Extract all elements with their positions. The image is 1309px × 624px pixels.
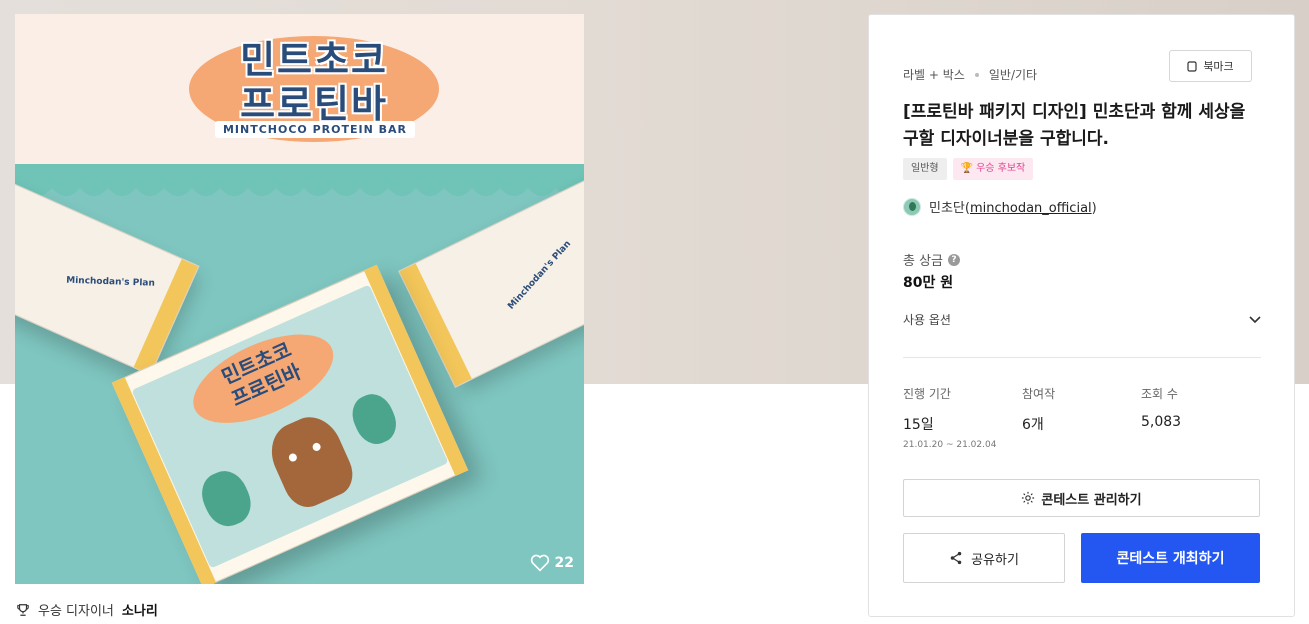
heart-icon xyxy=(530,554,549,572)
bookmark-button[interactable]: 북마크 xyxy=(1169,50,1252,82)
breadcrumb-separator xyxy=(974,72,979,77)
artwork-wave-border xyxy=(15,164,584,224)
stat-entries: 참여작 6개 xyxy=(1022,387,1056,433)
host-handle-link[interactable]: minchodan_official xyxy=(970,201,1092,216)
winner-label: 우승 디자이너 xyxy=(38,604,114,619)
contest-type-tag: 일반형 xyxy=(903,158,947,180)
finalist-badge: 🏆 우승 후보작 xyxy=(952,158,1034,180)
like-count: 22 xyxy=(554,555,574,571)
host-name: 민초단 xyxy=(929,201,965,216)
divider xyxy=(903,357,1261,358)
artwork-title: 민트초코 프로틴바 xyxy=(240,38,388,126)
winner-designer: 우승 디자이너 소나리 xyxy=(16,600,158,619)
host-contest-button[interactable]: 콘테스트 개최하기 xyxy=(1081,533,1260,583)
stat-views: 조회 수 5,083 xyxy=(1141,387,1182,430)
bookmark-icon xyxy=(1187,60,1197,72)
breadcrumb-category[interactable]: 라벨 + 박스 xyxy=(903,66,965,83)
box-label-left: Minchodan's Plan xyxy=(66,275,156,289)
manage-contest-button[interactable]: 콘테스트 관리하기 xyxy=(903,479,1260,517)
like-counter[interactable]: 22 xyxy=(530,554,574,572)
contest-info-panel: 라벨 + 박스 일반/기타 북마크 [프로틴바 패키지 디자인] 민초단과 함께… xyxy=(868,14,1295,617)
chevron-down-icon xyxy=(1249,315,1261,323)
share-button[interactable]: 공유하기 xyxy=(903,533,1065,583)
breadcrumb: 라벨 + 박스 일반/기타 xyxy=(903,66,1037,83)
artwork-subtitle: MINTCHOCO PROTEIN BAR xyxy=(215,121,415,138)
bookmark-label: 북마크 xyxy=(1203,61,1234,73)
contest-host[interactable]: 민초단(minchodan_official) xyxy=(903,197,1097,216)
trophy-icon xyxy=(17,603,29,616)
box-label-right: Minchodan's Plan xyxy=(506,239,574,312)
contest-artwork[interactable]: 민트초코 프로틴바 MINTCHOCO PROTEIN BAR Minchoda… xyxy=(15,14,584,584)
breadcrumb-subcategory[interactable]: 일반/기타 xyxy=(989,66,1037,83)
gear-icon xyxy=(1022,491,1035,505)
prize-amount: 80만 원 xyxy=(903,275,954,291)
stat-period: 진행 기간 15일 21.01.20 ~ 21.02.04 xyxy=(903,387,997,450)
winner-name[interactable]: 소나리 xyxy=(122,600,158,619)
share-icon xyxy=(950,551,962,565)
options-dropdown[interactable]: 사용 옵션 xyxy=(903,311,1261,328)
trophy-icon: 🏆 xyxy=(960,163,974,174)
host-avatar xyxy=(903,197,921,216)
help-icon[interactable]: ? xyxy=(948,253,961,266)
mascot-character xyxy=(261,407,361,515)
contest-tags: 일반형 🏆 우승 후보작 xyxy=(903,158,1034,180)
prize-label: 총 상금 ? xyxy=(903,250,961,269)
options-label: 사용 옵션 xyxy=(903,313,951,327)
contest-title: [프로틴바 패키지 디자인] 민초단과 함께 세상을 구할 디자이너분을 구합니… xyxy=(903,102,1246,149)
